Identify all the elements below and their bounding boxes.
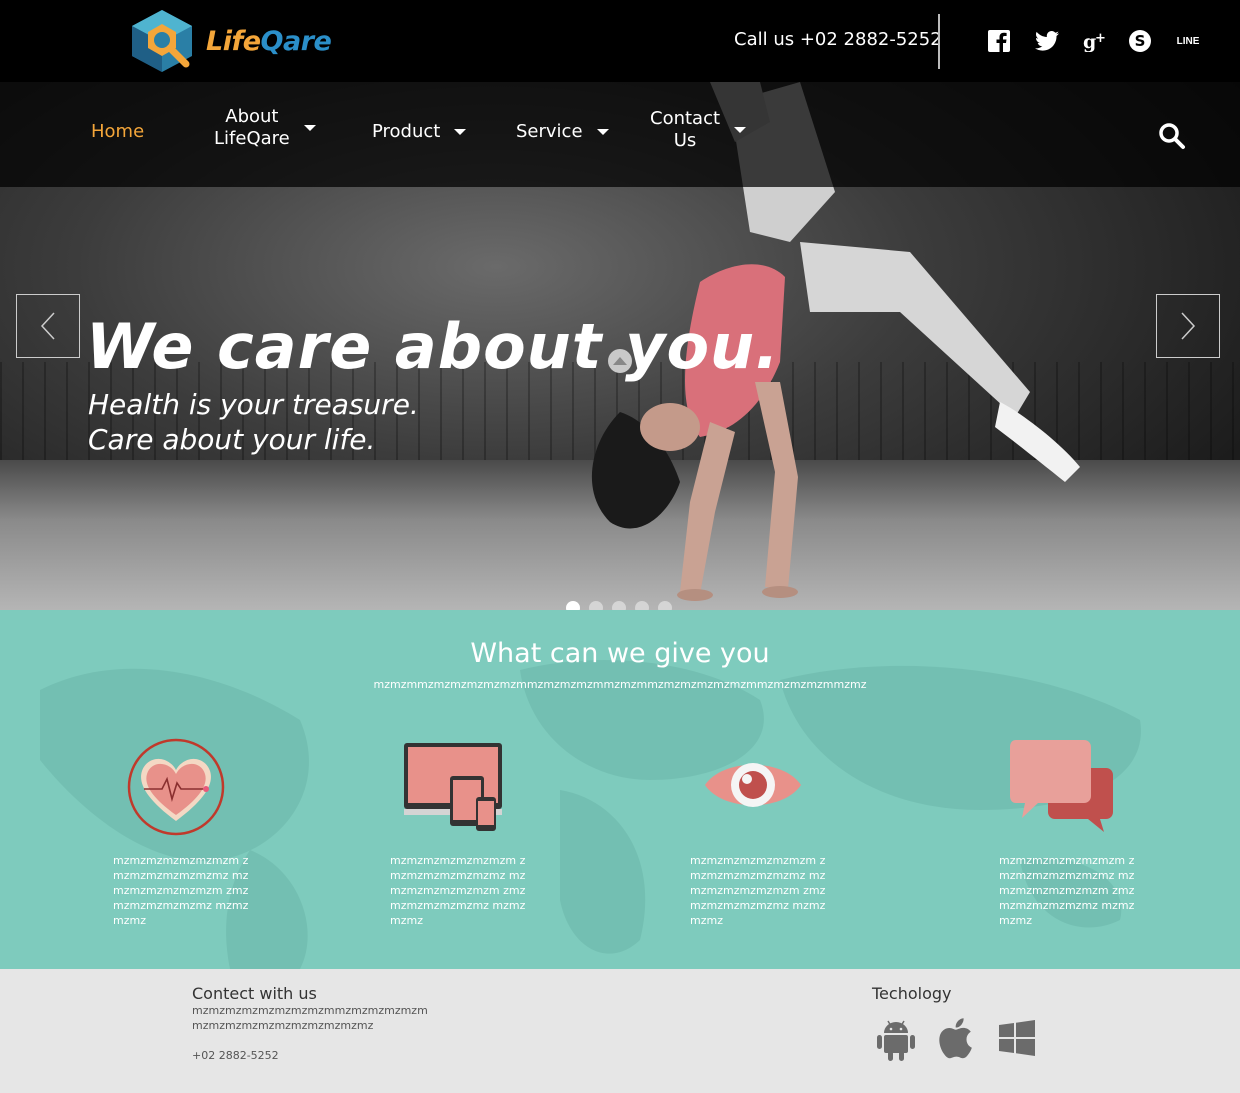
section-title: What can we give you bbox=[470, 638, 770, 669]
skype-icon[interactable]: S bbox=[1127, 28, 1153, 54]
footer: Contect with us mzmzmzmzmzmzmzmzmmzmzmzm… bbox=[0, 969, 1240, 1093]
nav-contact[interactable]: Contact Us bbox=[650, 108, 747, 152]
logo[interactable]: LifeQare bbox=[126, 8, 332, 74]
android-icon[interactable] bbox=[876, 1017, 916, 1065]
svg-text:+: + bbox=[1095, 31, 1106, 46]
heart-rate-icon bbox=[126, 737, 226, 841]
nav-about[interactable]: About LifeQare bbox=[214, 106, 316, 150]
scroll-to-top-button[interactable] bbox=[608, 349, 632, 373]
technology-title: Techology bbox=[872, 984, 952, 1003]
chevron-down-icon bbox=[734, 127, 747, 133]
carousel-dot[interactable] bbox=[612, 601, 626, 610]
chevron-down-icon bbox=[596, 129, 609, 135]
line-icon[interactable]: LINE bbox=[1174, 28, 1202, 54]
contact-text: mzmzmzmzmzmzmzmzmmzmzmzmzmzm bbox=[192, 1004, 428, 1017]
twitter-icon[interactable] bbox=[1034, 28, 1060, 54]
nav-product[interactable]: Product bbox=[372, 121, 467, 143]
chevron-down-icon bbox=[303, 125, 316, 131]
chevron-right-icon bbox=[1181, 312, 1196, 340]
divider bbox=[938, 14, 940, 69]
phone-number: Call us +02 2882-5252 bbox=[734, 29, 942, 50]
service-description: mzmzmzmzmzmzmzm zmzmzmzmzmzmzmz mzmzmzmz… bbox=[690, 854, 826, 927]
logo-icon bbox=[132, 10, 192, 72]
carousel-dot[interactable] bbox=[658, 601, 672, 610]
chevron-up-icon bbox=[613, 357, 627, 365]
hero-subline-2: Care about your life. bbox=[88, 423, 376, 456]
service-description: mzmzmzmzmzmzmzm zmzmzmzmzmzmzmz mzmzmzmz… bbox=[999, 854, 1135, 927]
search-icon[interactable] bbox=[1158, 122, 1186, 150]
nav-home[interactable]: Home bbox=[91, 121, 144, 143]
google-plus-icon[interactable]: g + bbox=[1083, 28, 1109, 54]
contact-text: mzmzmzmzmzmzmzmzmzmzmz bbox=[192, 1019, 374, 1032]
windows-icon[interactable] bbox=[999, 1020, 1035, 1060]
hero-carousel: Home About LifeQare Product Service Cont… bbox=[0, 82, 1240, 610]
carousel-prev-button[interactable] bbox=[16, 294, 80, 358]
service-description: mzmzmzmzmzmzmzm zmzmzmzmzmzmzmz mzmzmzmz… bbox=[390, 854, 526, 927]
hero-headline: We care about you. bbox=[86, 310, 780, 383]
apple-icon[interactable] bbox=[937, 1017, 973, 1063]
service-description: mzmzmzmzmzmzmzm zmzmzmzmzmzmzmz mzmzmzmz… bbox=[113, 854, 249, 927]
carousel-dot[interactable] bbox=[635, 601, 649, 610]
contact-title: Contect with us bbox=[192, 984, 317, 1003]
top-bar: LifeQare Call us +02 2882-5252 g + S LINE bbox=[0, 0, 1240, 82]
nav-service[interactable]: Service bbox=[516, 121, 609, 143]
carousel-next-button[interactable] bbox=[1156, 294, 1220, 358]
svg-text:S: S bbox=[1135, 32, 1146, 50]
eye-icon bbox=[703, 750, 803, 824]
chevron-down-icon bbox=[454, 129, 467, 135]
services-section: What can we give you mzmzmmzmzmzmzmzmzmm… bbox=[0, 610, 1240, 969]
section-subtitle: mzmzmmzmzmzmzmzmzmmzmzmzmzmmzmzmmzmzmzmz… bbox=[373, 678, 867, 691]
carousel-indicators bbox=[566, 601, 672, 610]
devices-icon bbox=[404, 743, 504, 837]
brand-name: LifeQare bbox=[206, 25, 332, 57]
main-nav: Home About LifeQare Product Service Cont… bbox=[0, 82, 1240, 187]
hero-subline-1: Health is your treasure. bbox=[88, 388, 419, 421]
chat-bubbles-icon bbox=[1010, 740, 1115, 839]
footer-phone: +02 2882-5252 bbox=[192, 1049, 279, 1062]
facebook-icon[interactable] bbox=[986, 28, 1012, 54]
carousel-dot[interactable] bbox=[589, 601, 603, 610]
chevron-left-icon bbox=[40, 312, 55, 340]
carousel-dot[interactable] bbox=[566, 601, 580, 610]
